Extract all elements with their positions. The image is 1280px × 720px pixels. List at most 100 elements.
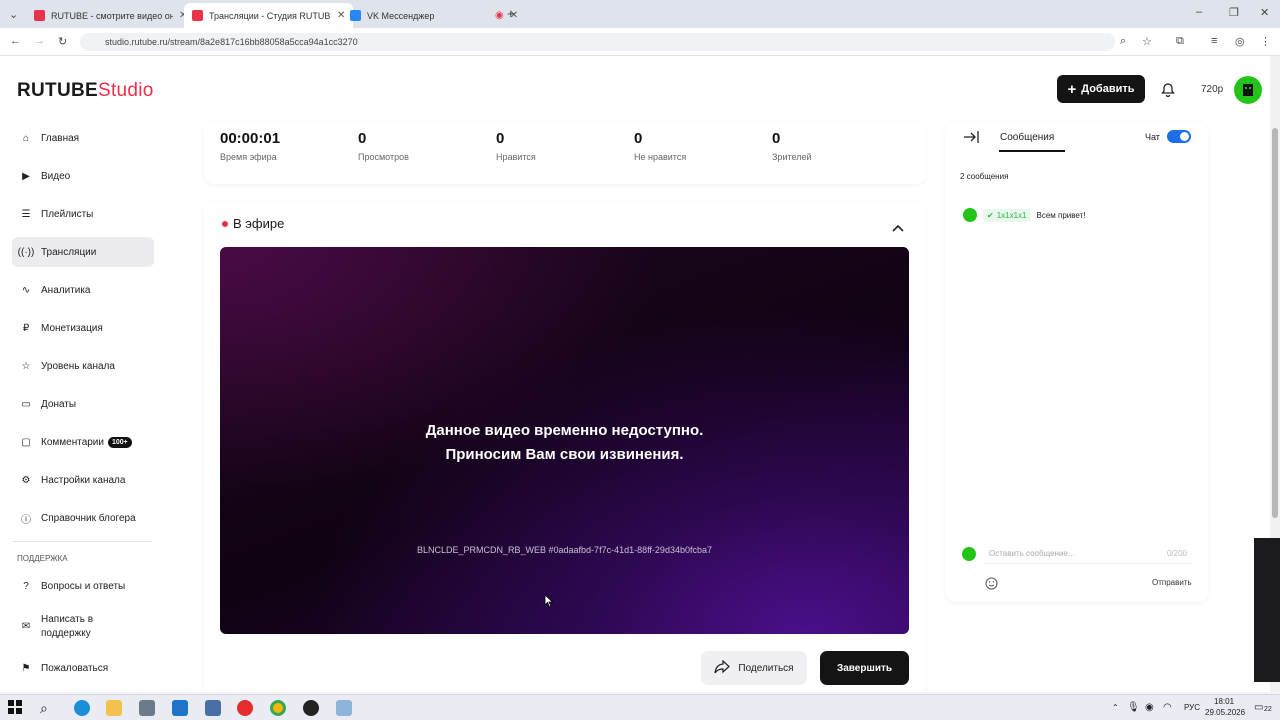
browser-tab-2[interactable]: Трансляции - Студия RUTUBE ✕ bbox=[184, 3, 354, 28]
outlook-icon[interactable] bbox=[172, 700, 188, 716]
player-unavailable-message: Данное видео временно недоступно. Принос… bbox=[220, 419, 909, 467]
tab-messages[interactable]: Сообщения bbox=[1000, 132, 1054, 143]
chat-toggle[interactable] bbox=[1167, 130, 1191, 143]
chat-panel: Сообщения Чат 2 сообщения ✔ 1x1x1x1 Всем… bbox=[945, 122, 1208, 602]
sidebar-item-label: Вопросы и ответы bbox=[41, 580, 126, 592]
chevron-up-icon[interactable] bbox=[892, 219, 904, 237]
live-title-text: В эфире bbox=[233, 216, 285, 231]
clock-date[interactable]: 29.05.2026 bbox=[1205, 708, 1245, 717]
zoom-icon[interactable]: ⌕ bbox=[1120, 35, 1126, 48]
share-button-label: Поделиться bbox=[738, 662, 794, 674]
stream-stats-card: 00:00:01 Время эфира 0 Просмотров 0 Нравитс… bbox=[204, 122, 926, 184]
stat-label: Время эфира bbox=[220, 152, 277, 162]
star-icon: ☆ bbox=[21, 360, 31, 372]
sidebar-item-broadcasts[interactable]: ((·)) Трансляции bbox=[12, 237, 154, 267]
new-tab-button[interactable]: + bbox=[507, 6, 515, 21]
add-button[interactable]: + Добавить bbox=[1057, 75, 1145, 103]
chrome-icon[interactable] bbox=[270, 700, 286, 716]
wifi-icon[interactable]: ◠ bbox=[1163, 702, 1172, 713]
message-char-counter: 0/200 bbox=[1166, 549, 1187, 558]
emoji-icon[interactable] bbox=[985, 577, 998, 595]
comments-badge: 100+ bbox=[107, 436, 132, 448]
url-field[interactable]: studio.rutube.ru/stream/8a2e817c16bb8805… bbox=[80, 33, 1115, 51]
notifications-bell-icon[interactable] bbox=[1160, 82, 1176, 103]
sidebar-item-donations[interactable]: ▭ Донаты bbox=[12, 389, 154, 419]
chat-message: ✔ 1x1x1x1 Всем привет! bbox=[963, 208, 1086, 222]
edge-icon[interactable] bbox=[74, 700, 90, 716]
browser-tab-1[interactable]: RUTUBE - смотрите видео онл ✕ bbox=[26, 3, 195, 28]
user-avatar[interactable] bbox=[1234, 76, 1262, 104]
live-indicator-icon bbox=[222, 220, 228, 227]
info-icon: ⓘ bbox=[21, 514, 31, 526]
yandex-browser-icon[interactable] bbox=[237, 700, 253, 716]
sidebar-item-playlists[interactable]: ☰ Плейлисты bbox=[12, 199, 154, 229]
menu-dots-icon[interactable]: ⋮ bbox=[1260, 35, 1271, 48]
maximize-icon[interactable]: ❐ bbox=[1229, 6, 1239, 19]
share-button[interactable]: Поделиться bbox=[701, 651, 807, 685]
author-badge[interactable]: ✔ 1x1x1x1 bbox=[983, 208, 1031, 222]
collapse-panel-icon[interactable] bbox=[963, 130, 979, 149]
chrome-tray-icon[interactable]: ◉ bbox=[1145, 702, 1154, 713]
sidebar-item-home[interactable]: ⌂ Главная bbox=[12, 123, 154, 153]
author-avatar[interactable] bbox=[963, 208, 977, 222]
obs-icon[interactable] bbox=[303, 700, 319, 716]
sidebar-item-label: Видео bbox=[41, 170, 71, 182]
sidebar-item-faq[interactable]: ? Вопросы и ответы bbox=[12, 571, 154, 601]
sidebar-item-channel-settings[interactable]: ⚙ Настройки канала bbox=[12, 465, 154, 495]
tab-title: RUTUBE - смотрите видео онл bbox=[51, 10, 173, 21]
active-tab-underline bbox=[999, 150, 1065, 152]
sidebar-item-video[interactable]: ▶ Видео bbox=[12, 161, 154, 191]
flag-icon: ⚑ bbox=[21, 662, 31, 674]
extensions-icon[interactable]: ⧉ bbox=[1176, 35, 1184, 48]
reload-icon[interactable]: ↻ bbox=[58, 35, 67, 48]
scrollbar-thumb[interactable] bbox=[1272, 128, 1278, 518]
clock-time[interactable]: 18:01 bbox=[1214, 697, 1234, 706]
profile-icon[interactable]: ◎ bbox=[1235, 35, 1245, 48]
reading-list-icon[interactable]: ≡ bbox=[1211, 35, 1217, 47]
sidebar-item-channel-level[interactable]: ☆ Уровень канала bbox=[12, 351, 154, 381]
tab-list-icon[interactable]: ⌄ bbox=[9, 8, 18, 21]
sidebar-item-comments[interactable]: ▢ Комментарии 100+ bbox=[12, 427, 154, 457]
rutube-studio-logo[interactable]: RUTUBEStudio bbox=[17, 80, 154, 102]
bookmark-star-icon[interactable]: ☆ bbox=[1142, 35, 1152, 48]
message-input[interactable]: Оставить сообщение... 0/200 bbox=[985, 544, 1191, 564]
sidebar-item-monetization[interactable]: ₽ Монетизация bbox=[12, 313, 154, 343]
sidebar-item-label: Плейлисты bbox=[41, 208, 94, 220]
tray-chevron-icon[interactable]: ⌃ bbox=[1112, 703, 1119, 712]
resolution-label[interactable]: 720p bbox=[1201, 84, 1223, 95]
microphone-icon[interactable]: 🎙 bbox=[1127, 702, 1140, 713]
url-text: studio.rutube.ru/stream/8a2e817c16bb8805… bbox=[105, 37, 358, 47]
comment-icon: ▢ bbox=[21, 436, 31, 448]
app-icon[interactable] bbox=[336, 700, 352, 716]
stat-label: Не нравится bbox=[634, 152, 687, 162]
stat-viewers: 0 Зрителей bbox=[772, 130, 811, 162]
language-indicator[interactable]: РУС bbox=[1184, 703, 1200, 712]
notifications-icon[interactable]: ▭ bbox=[1254, 702, 1263, 713]
sidebar-item-analytics[interactable]: ∿ Аналитика bbox=[12, 275, 154, 305]
sidebar-item-report[interactable]: ⚑ Пожаловаться bbox=[12, 653, 154, 683]
sidebar-item-contact-support[interactable]: ✉ Написать в поддержку bbox=[12, 609, 154, 645]
notes-icon[interactable] bbox=[205, 700, 221, 716]
sidebar-item-blogger-guide[interactable]: ⓘ Справочник блогера bbox=[12, 503, 154, 533]
browser-tab-3[interactable]: VK Мессенджер ◉ ✕ bbox=[342, 3, 526, 28]
forward-icon[interactable]: → bbox=[34, 35, 45, 47]
sidebar: ⌂ Главная ▶ Видео ☰ Плейлисты ((·)) Трансляц… bbox=[12, 123, 154, 691]
sidebar-item-label: Справочник блогера bbox=[41, 512, 136, 524]
video-player[interactable]: Данное видео временно недоступно. Принос… bbox=[220, 247, 909, 634]
donate-icon: ▭ bbox=[21, 398, 31, 410]
plus-icon: + bbox=[1067, 80, 1077, 98]
own-avatar bbox=[962, 547, 976, 561]
notification-count: 22 bbox=[1264, 706, 1272, 713]
stat-label: Зрителей bbox=[772, 152, 812, 162]
minimize-icon[interactable]: – bbox=[1196, 6, 1202, 18]
store-icon[interactable] bbox=[139, 700, 155, 716]
window-close-icon[interactable]: ✕ bbox=[1260, 6, 1269, 19]
search-icon[interactable]: ⌕ bbox=[40, 700, 56, 716]
stat-value: 00:00:01 bbox=[220, 130, 281, 147]
windows-start-icon[interactable] bbox=[8, 700, 24, 716]
file-explorer-icon[interactable] bbox=[106, 700, 122, 716]
back-icon[interactable]: ← bbox=[10, 35, 21, 47]
finish-stream-button[interactable]: Завершить bbox=[820, 651, 909, 685]
send-button[interactable]: Отправить bbox=[1152, 578, 1192, 587]
home-icon: ⌂ bbox=[22, 132, 30, 144]
